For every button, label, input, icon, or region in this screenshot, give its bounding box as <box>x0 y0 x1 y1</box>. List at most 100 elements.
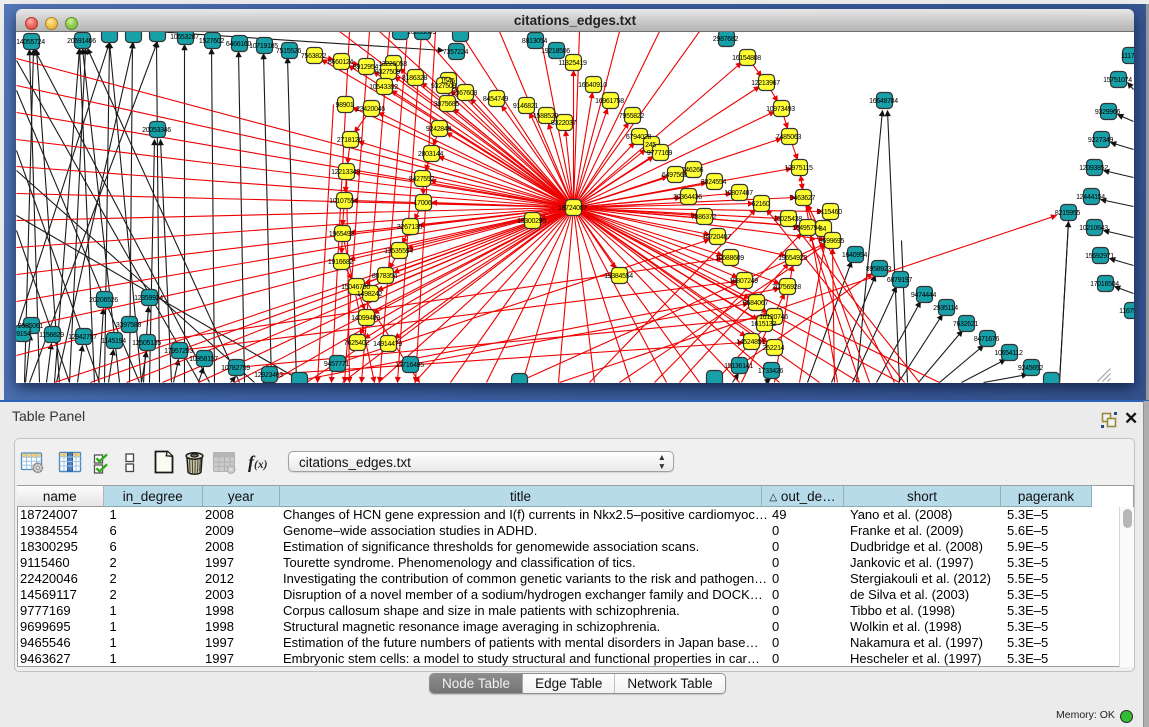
svg-text:16154808: 16154808 <box>732 55 761 62</box>
svg-text:12942757: 12942757 <box>68 334 97 341</box>
svg-text:20691406: 20691406 <box>67 38 96 45</box>
svg-text:2987682: 2987682 <box>713 36 739 43</box>
svg-text:7632621: 7632621 <box>953 321 979 328</box>
svg-text:2718126: 2718126 <box>337 137 363 144</box>
svg-text:12093852: 12093852 <box>1079 165 1108 172</box>
svg-text:8322037: 8322037 <box>551 120 577 127</box>
svg-text:10688609: 10688609 <box>715 255 744 262</box>
svg-text:1498242: 1498242 <box>357 291 383 298</box>
svg-text:10543392: 10543392 <box>369 84 398 91</box>
svg-text:7485063: 7485063 <box>776 134 802 141</box>
svg-text:20053346: 20053346 <box>142 127 171 134</box>
svg-text:9146821: 9146821 <box>513 103 539 110</box>
svg-text:3824554: 3824554 <box>701 179 727 186</box>
svg-text:15136141: 15136141 <box>724 363 753 370</box>
svg-text:1615132: 1615132 <box>751 321 777 328</box>
svg-text:20364436: 20364436 <box>673 194 702 201</box>
svg-text:6466160: 6466160 <box>226 41 252 48</box>
svg-text:9699695: 9699695 <box>819 238 845 245</box>
svg-text:23420046: 23420046 <box>356 106 385 113</box>
svg-text:1916682: 1916682 <box>328 259 354 266</box>
svg-text:9474444: 9474444 <box>911 292 937 299</box>
svg-text:19384554: 19384554 <box>604 273 633 280</box>
svg-text:746266: 746266 <box>682 167 704 174</box>
svg-text:7515526: 7515526 <box>276 48 302 55</box>
svg-text:13226058: 13226058 <box>378 61 407 68</box>
svg-text:16961758: 16961758 <box>595 98 624 105</box>
svg-text:18724007: 18724007 <box>558 205 587 212</box>
svg-text:9227349: 9227349 <box>1088 137 1114 144</box>
svg-text:16640910: 16640910 <box>578 82 607 89</box>
svg-text:19218506: 19218506 <box>541 48 570 55</box>
svg-text:14914479: 14914479 <box>373 341 402 348</box>
svg-text:8813054: 8813054 <box>522 38 548 45</box>
svg-text:9329966: 9329966 <box>1095 109 1121 116</box>
svg-text:6879197: 6879197 <box>887 277 913 284</box>
svg-text:15046786: 15046786 <box>341 284 370 291</box>
svg-text:1527602: 1527602 <box>199 38 225 45</box>
svg-text:17957253: 17957253 <box>164 348 193 355</box>
svg-text:7625402: 7625402 <box>344 340 370 347</box>
svg-text:98901: 98901 <box>336 102 354 109</box>
svg-text:10782759: 10782759 <box>221 365 250 372</box>
svg-text:16033809: 16033809 <box>407 32 436 36</box>
svg-text:12213349: 12213349 <box>331 169 360 176</box>
svg-text:15692971: 15692971 <box>1085 253 1114 260</box>
svg-text:14524851: 14524851 <box>736 339 765 346</box>
svg-text:9327508: 9327508 <box>431 83 457 90</box>
svg-text:12505135: 12505135 <box>132 340 161 347</box>
svg-text:13716485: 13716485 <box>395 362 424 369</box>
svg-text:11173: 11173 <box>1121 53 1134 60</box>
svg-text:9115460: 9115460 <box>817 209 842 216</box>
svg-text:9684067: 9684067 <box>743 300 769 307</box>
svg-text:16495794: 16495794 <box>792 225 821 232</box>
svg-text:7955822: 7955822 <box>619 113 645 120</box>
svg-text:252214: 252214 <box>763 345 785 352</box>
svg-text:9327509: 9327509 <box>375 69 401 76</box>
svg-text:10653287: 10653287 <box>170 34 199 41</box>
svg-text:13535594: 13535594 <box>384 248 413 255</box>
svg-text:10654112: 10654112 <box>994 350 1023 357</box>
svg-text:1156829: 1156829 <box>39 332 64 339</box>
svg-text:9242848: 9242848 <box>426 126 452 133</box>
svg-text:11325419: 11325419 <box>558 60 587 67</box>
svg-text:14099489: 14099489 <box>351 315 380 322</box>
svg-text:8878354: 8878354 <box>372 273 398 280</box>
svg-text:2367608: 2367608 <box>452 90 478 97</box>
svg-text:10807487: 10807487 <box>724 190 753 197</box>
svg-text:3267130: 3267130 <box>397 224 423 231</box>
svg-text:1167534: 1167534 <box>1119 308 1134 315</box>
svg-text:2803144: 2803144 <box>418 151 444 158</box>
svg-text:8660124: 8660124 <box>328 59 354 66</box>
svg-text:1733426: 1733426 <box>758 368 784 375</box>
svg-text:62160: 62160 <box>752 201 770 208</box>
svg-text:84: 84 <box>819 226 827 233</box>
svg-text:16120746: 16120746 <box>759 314 788 321</box>
svg-text:10719185: 10719185 <box>249 43 278 50</box>
svg-text:18807249: 18807249 <box>729 278 758 285</box>
svg-text:10958157: 10958157 <box>189 356 218 363</box>
svg-text:2935114: 2935114 <box>933 305 958 312</box>
svg-text:8454749: 8454749 <box>483 96 509 103</box>
svg-text:18300295: 18300295 <box>517 218 546 225</box>
svg-text:3397588: 3397588 <box>116 322 142 329</box>
svg-text:12975115: 12975115 <box>784 165 813 172</box>
svg-text:10025438: 10025438 <box>773 216 802 223</box>
svg-text:8471676: 8471676 <box>974 336 1000 343</box>
svg-text:16648784: 16648784 <box>869 98 898 105</box>
svg-text:7357224: 7357224 <box>443 49 469 56</box>
svg-text:1588520: 1588520 <box>533 113 559 120</box>
svg-text:9457771: 9457771 <box>324 361 350 368</box>
svg-text:1965493: 1965493 <box>329 231 355 238</box>
svg-text:10107554: 10107554 <box>329 198 358 205</box>
svg-text:245: 245 <box>645 142 656 149</box>
svg-text:20756928: 20756928 <box>772 284 801 291</box>
svg-text:7563822: 7563822 <box>301 53 327 60</box>
svg-text:14055724: 14055724 <box>16 39 45 46</box>
svg-text:9245652: 9245652 <box>1018 365 1044 372</box>
svg-text:20206526: 20206526 <box>89 297 118 304</box>
svg-text:8186328: 8186328 <box>402 75 428 82</box>
svg-text:8958923: 8958923 <box>866 266 892 273</box>
svg-text:10973493: 10973493 <box>766 106 795 113</box>
svg-text:12923463: 12923463 <box>254 372 283 379</box>
